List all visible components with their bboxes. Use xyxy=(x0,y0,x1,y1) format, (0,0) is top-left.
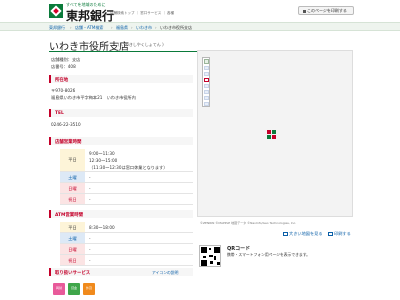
service-loan-icon: 貸金 xyxy=(68,283,80,295)
day-label: 土曜 xyxy=(60,172,85,182)
day-label: 平日 xyxy=(60,222,85,232)
bank-logo-icon[interactable] xyxy=(49,4,63,18)
store-hours-row-holiday: 祝日 - xyxy=(60,194,193,205)
tel-number[interactable]: 0246-22-3510 xyxy=(51,122,81,127)
day-label-text: 祝日 xyxy=(68,258,77,263)
hours-note: （11:30～12:30は窓口休業となります） xyxy=(89,165,168,170)
header-links[interactable]: 店舗検索トップ ｜ 窓口サービス ｜ 各種 xyxy=(110,11,174,16)
pin-quadrant xyxy=(267,135,271,139)
service-exchange-icon: 両替 xyxy=(53,283,65,295)
address-heading: 所在地 xyxy=(49,75,193,83)
service-icon-label: 貸金 xyxy=(70,286,77,290)
day-label-text: 祝日 xyxy=(68,197,77,202)
services-heading-text: 取り扱いサービス xyxy=(55,270,91,276)
day-label-text: 土曜 xyxy=(68,175,77,180)
pin-quadrant xyxy=(272,135,276,139)
zoom-level-icon[interactable] xyxy=(204,72,209,76)
map-icon xyxy=(283,232,288,236)
tel-heading: TEL xyxy=(49,109,193,117)
hours-value: - xyxy=(89,247,91,252)
store-hours-row-weekday: 平日 9:00～11:30 12:30～15:00 （11:30～12:30は窓… xyxy=(60,149,193,172)
branch-map[interactable]: ©ZENRIN ©MAPPLE 地図データ ©NavInfo/Geo Techn… xyxy=(197,50,353,225)
breadcrumb-home[interactable]: 東邦銀行 xyxy=(49,25,65,31)
zoom-level-icon[interactable] xyxy=(204,96,209,100)
hours-value: - xyxy=(89,186,91,191)
breadcrumb-separator: › xyxy=(111,25,113,30)
print-map-link-label: 印刷する xyxy=(334,231,351,236)
pin-quadrant xyxy=(272,130,276,134)
tel-heading-text: TEL xyxy=(55,110,64,116)
zoom-current-icon[interactable] xyxy=(204,78,209,82)
day-label-text: 平日 xyxy=(68,157,77,162)
service-icon-label: 外貨 xyxy=(85,286,92,290)
postal-code: 〒970-8026 xyxy=(51,88,76,93)
icon-legend-link[interactable]: アイコンの説明 xyxy=(152,270,178,276)
large-map-link[interactable]: 大きい地図を見る xyxy=(283,231,323,237)
zoom-in-icon[interactable] xyxy=(204,66,209,70)
store-hours-row-saturday: 土曜 - xyxy=(60,172,193,183)
day-label-text: 土曜 xyxy=(68,236,77,241)
day-label-text: 平日 xyxy=(68,225,77,230)
hours-value: - xyxy=(89,197,91,202)
large-map-link-label: 大きい地図を見る xyxy=(289,231,323,236)
address-text: 福島県いわき市平字梅本21 いわき市役所内 xyxy=(51,95,136,100)
day-label: 日曜 xyxy=(60,244,85,254)
qr-title: QRコード xyxy=(227,246,251,252)
qr-description: 携帯・スマートフォン用ページを表示できます。 xyxy=(227,252,310,257)
service-icon-label: 両替 xyxy=(55,286,62,290)
atm-hours-row-saturday: 土曜 - xyxy=(60,233,193,244)
qr-code-image xyxy=(199,245,221,267)
atm-hours-heading: ATM営業時間 xyxy=(49,210,193,218)
day-label: 平日 xyxy=(60,149,85,171)
day-label-text: 日曜 xyxy=(68,247,77,252)
branch-page: すべてを地域のために 東邦銀行 店舗検索トップ ｜ 窓口サービス ｜ 各種 この… xyxy=(0,0,400,300)
site-header: すべてを地域のために 東邦銀行 店舗検索トップ ｜ 窓口サービス ｜ 各種 この… xyxy=(0,0,400,23)
page-title-kana: ( いわきしやくしょてん ) xyxy=(118,42,164,47)
breadcrumb: 東邦銀行 › 店舗・ATM検索 › 福島県 › いわき市 › いわき市役所支店 xyxy=(0,22,400,31)
print-map-link[interactable]: 印刷する xyxy=(328,231,351,237)
printer-icon xyxy=(303,9,306,13)
breadcrumb-current: いわき市役所支店 xyxy=(160,25,192,30)
hours-value: 9:00～11:30 xyxy=(89,151,115,156)
breadcrumb-separator: › xyxy=(70,25,72,30)
hours-value: - xyxy=(89,175,91,180)
store-hours-row-sunday: 日曜 - xyxy=(60,183,193,194)
breadcrumb-separator: › xyxy=(155,25,157,30)
hours-value: - xyxy=(89,236,91,241)
hours-value: 12:30～15:00 xyxy=(89,158,118,163)
map-zoom-control[interactable] xyxy=(202,57,210,107)
day-label: 土曜 xyxy=(60,233,85,243)
day-label: 祝日 xyxy=(60,194,85,204)
day-label: 祝日 xyxy=(60,255,85,265)
day-label: 日曜 xyxy=(60,183,85,193)
hours-value: - xyxy=(89,258,91,263)
hours-value: 8:30～18:00 xyxy=(89,225,115,230)
printer-icon xyxy=(328,232,333,236)
atm-hours-heading-text: ATM営業時間 xyxy=(55,212,83,218)
branch-type: 店舗種別：支店 xyxy=(51,57,81,62)
breadcrumb-prefecture[interactable]: 福島県 xyxy=(116,25,128,31)
atm-hours-row-weekday: 平日 8:30～18:00 xyxy=(60,222,193,233)
atm-hours-row-sunday: 日曜 - xyxy=(60,244,193,255)
map-credit: ©ZENRIN ©MAPPLE 地図データ ©NavInfo/Geo Techn… xyxy=(200,221,297,225)
branch-number: 店番号：408 xyxy=(51,64,76,69)
print-page-label: このページを印刷する xyxy=(307,8,347,13)
service-foreign-currency-icon: 外貨 xyxy=(83,283,95,295)
print-page-button[interactable]: このページを印刷する xyxy=(298,6,354,15)
zoom-level-icon[interactable] xyxy=(204,90,209,94)
address-heading-text: 所在地 xyxy=(55,77,69,83)
atm-hours-row-holiday: 祝日 - xyxy=(60,255,193,266)
breadcrumb-city[interactable]: いわき市 xyxy=(136,25,152,31)
store-hours-heading: 店舗営業時間 xyxy=(49,137,193,145)
day-label-text: 日曜 xyxy=(68,186,77,191)
branch-location-icon[interactable] xyxy=(267,130,276,139)
breadcrumb-separator: › xyxy=(131,25,133,30)
map-pan-icon[interactable] xyxy=(204,59,209,64)
store-hours-heading-text: 店舗営業時間 xyxy=(55,139,82,145)
zoom-out-icon[interactable] xyxy=(204,102,209,106)
zoom-level-icon[interactable] xyxy=(204,84,209,88)
breadcrumb-search[interactable]: 店舗・ATM検索 xyxy=(75,25,103,31)
pin-quadrant xyxy=(267,130,271,134)
